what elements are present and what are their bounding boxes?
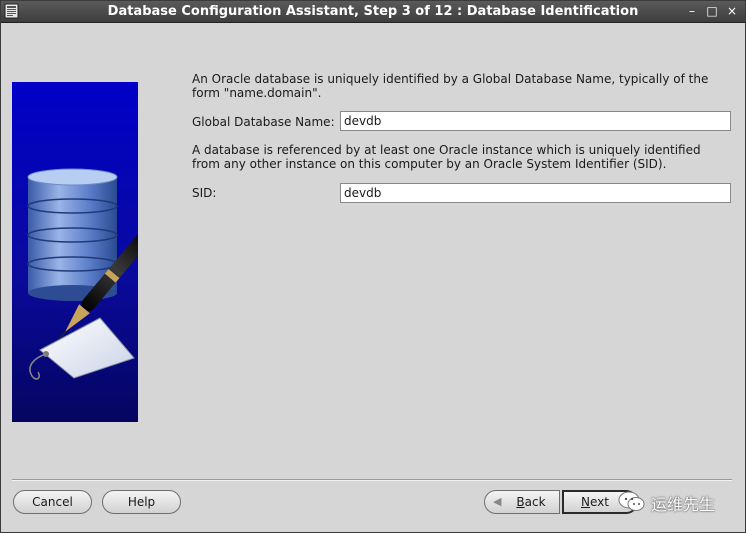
- title-bar: Database Configuration Assistant, Step 3…: [1, 1, 745, 23]
- dialog-window: Database Configuration Assistant, Step 3…: [0, 0, 746, 533]
- close-icon[interactable]: ×: [724, 3, 740, 19]
- footer-separator: [12, 479, 732, 481]
- wechat-icon: [618, 491, 645, 511]
- sid-input[interactable]: [340, 183, 731, 203]
- minimize-icon[interactable]: –: [684, 3, 700, 19]
- sid-label: SID:: [192, 186, 217, 200]
- next-button-label: Next: [581, 495, 609, 509]
- back-button-label: Back: [516, 495, 545, 509]
- help-button[interactable]: Help: [102, 490, 181, 514]
- chevron-left-icon: ◀: [493, 495, 502, 508]
- sid-intro-text: A database is referenced by at least one…: [192, 143, 701, 171]
- watermark-text: 运维先生: [651, 495, 716, 514]
- intro-text: An Oracle database is uniquely identifie…: [192, 72, 709, 100]
- global-database-name-label: Global Database Name:: [192, 115, 335, 129]
- back-mnemonic: B: [516, 495, 525, 509]
- cancel-button[interactable]: Cancel: [13, 490, 92, 514]
- next-label-rest: ext: [590, 495, 609, 509]
- database-pen-illustration: [12, 82, 138, 422]
- back-label-rest: ack: [524, 495, 546, 509]
- global-database-name-input[interactable]: [340, 111, 731, 131]
- watermark: 运维先生: [618, 488, 728, 516]
- next-mnemonic: N: [581, 495, 590, 509]
- maximize-icon[interactable]: □: [704, 3, 720, 19]
- window-title: Database Configuration Assistant, Step 3…: [107, 4, 639, 19]
- back-button[interactable]: ◀ Back: [484, 490, 560, 514]
